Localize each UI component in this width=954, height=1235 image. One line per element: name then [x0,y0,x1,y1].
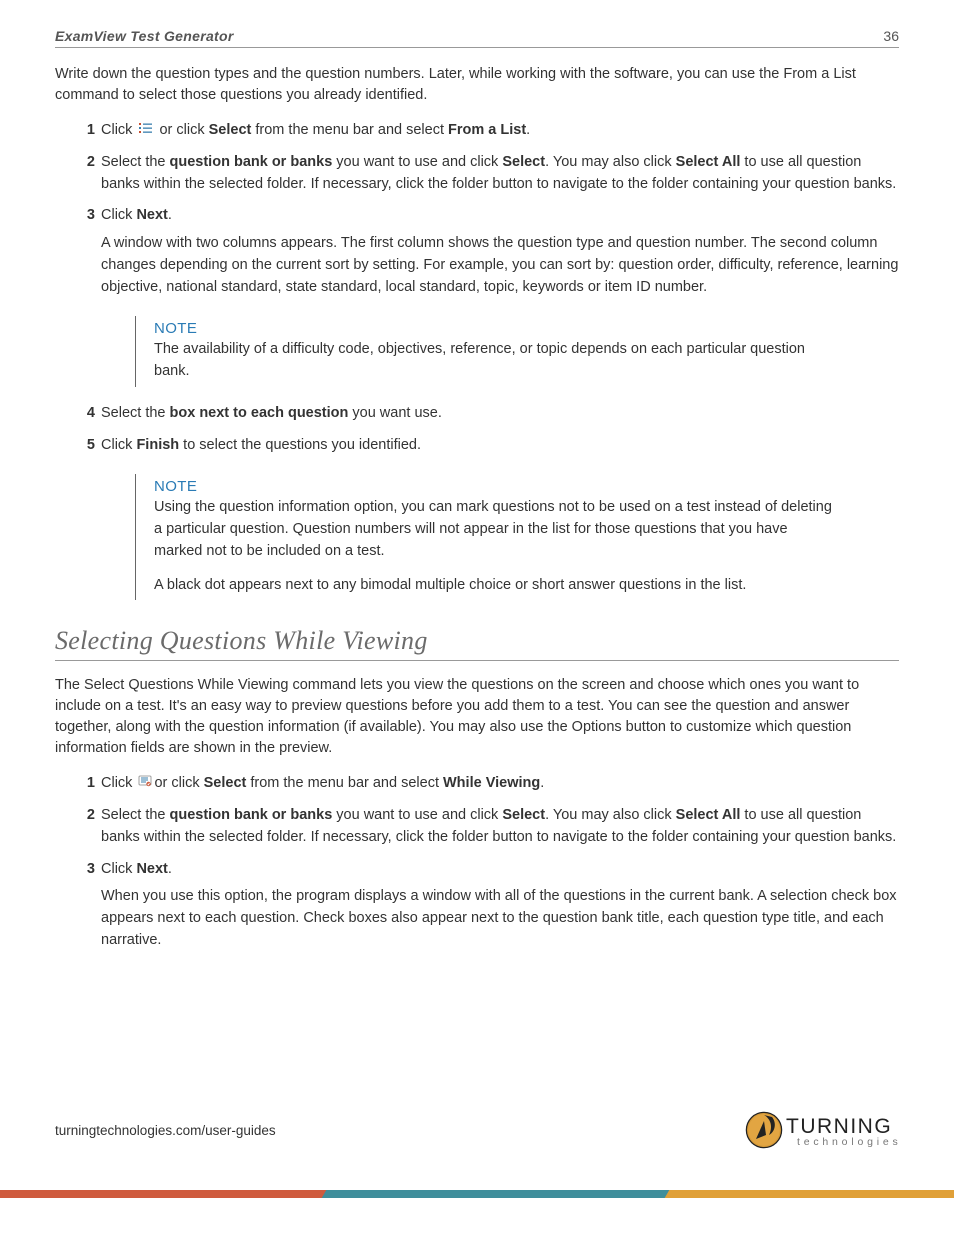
text: Click [101,207,136,223]
step-number: 5 [77,435,95,457]
page-header: ExamView Test Generator 36 [55,28,899,48]
intro-paragraph: Write down the question types and the qu… [55,64,899,106]
note-block-1: NOTE The availability of a difficulty co… [135,316,855,387]
text: Click [101,861,136,877]
step-number: 2 [77,152,95,174]
step-a3: 3 Click Next. A window with two columns … [77,205,899,298]
header-title: ExamView Test Generator [55,28,234,44]
bold-select: Select [204,775,247,791]
step-a3-after: A window with two columns appears. The f… [101,233,899,298]
text: . [540,775,544,791]
note-title: NOTE [154,478,837,495]
step-a1: 1 Click or click Select from the menu ba… [77,120,899,142]
turning-logo: TURNING technologies [744,1105,914,1160]
step-number: 4 [77,403,95,425]
note-body: A black dot appears next to any bimodal … [154,575,837,597]
step-number: 1 [77,120,95,142]
step-a2: 2 Select the question bank or banks you … [77,152,899,196]
text: you want to use and click [332,154,502,170]
note-body: Using the question information option, y… [154,497,837,562]
text: from the menu bar and select [246,775,443,791]
stripe-teal [322,1190,670,1198]
text: . [526,122,530,138]
text: you want to use and click [332,807,502,823]
bold-select: Select [209,122,252,138]
steps-list-a-cont: 4 Select the box next to each question y… [55,403,899,457]
step-b3-after: When you use this option, the program di… [101,886,899,951]
text: Select the [101,405,170,421]
bold-finish: Finish [136,437,179,453]
bold-next: Next [136,861,167,877]
text: Click [101,437,136,453]
bold-box-next-to: box next to each question [170,405,349,421]
steps-list-a: 1 Click or click Select from the menu ba… [55,120,899,298]
from-list-icon [138,122,153,136]
step-a4: 4 Select the box next to each question y… [77,403,899,425]
text: you want use. [348,405,442,421]
section2-intro: The Select Questions While Viewing comma… [55,675,899,759]
text: from the menu bar and select [251,122,448,138]
steps-list-b: 1 Click or click Select from the menu ba… [55,773,899,951]
note-body: The availability of a difficulty code, o… [154,339,837,383]
bold-select: Select [502,154,545,170]
text: . [168,861,172,877]
logo-text-sub: technologies [797,1136,902,1148]
bold-question-bank: question bank or banks [170,154,333,170]
step-b2: 2 Select the question bank or banks you … [77,805,899,849]
text: . [168,207,172,223]
text: Click [101,775,136,791]
note-title: NOTE [154,320,837,337]
bold-select: Select [502,807,545,823]
text: to select the questions you identified. [179,437,421,453]
stripe-red [0,1190,363,1198]
text: Select the [101,154,170,170]
bold-from-a-list: From a List [448,122,526,138]
logo-text-main: TURNING [786,1115,892,1138]
text: . You may also click [545,807,676,823]
stripe-gold [627,1190,954,1198]
bold-while-viewing: While Viewing [443,775,540,791]
while-viewing-icon [138,775,153,789]
bold-question-bank: question bank or banks [170,807,333,823]
text: Select the [101,807,170,823]
step-a5: 5 Click Finish to select the questions y… [77,435,899,457]
step-number: 2 [77,805,95,827]
footer-url: turningtechnologies.com/user-guides [55,1123,276,1138]
footer-stripe [0,1190,954,1198]
header-page-number: 36 [883,28,899,44]
text: Click [101,122,136,138]
step-number: 3 [77,859,95,881]
step-number: 1 [77,773,95,795]
bold-select-all: Select All [676,154,741,170]
text: or click [155,122,208,138]
text: or click [154,775,203,791]
section-heading: Selecting Questions While Viewing [55,626,899,661]
step-number: 3 [77,205,95,227]
step-b3: 3 Click Next. When you use this option, … [77,859,899,952]
bold-select-all: Select All [676,807,741,823]
bold-next: Next [136,207,167,223]
text: . You may also click [545,154,676,170]
note-block-2: NOTE Using the question information opti… [135,474,855,600]
step-b1: 1 Click or click Select from the menu ba… [77,773,899,795]
